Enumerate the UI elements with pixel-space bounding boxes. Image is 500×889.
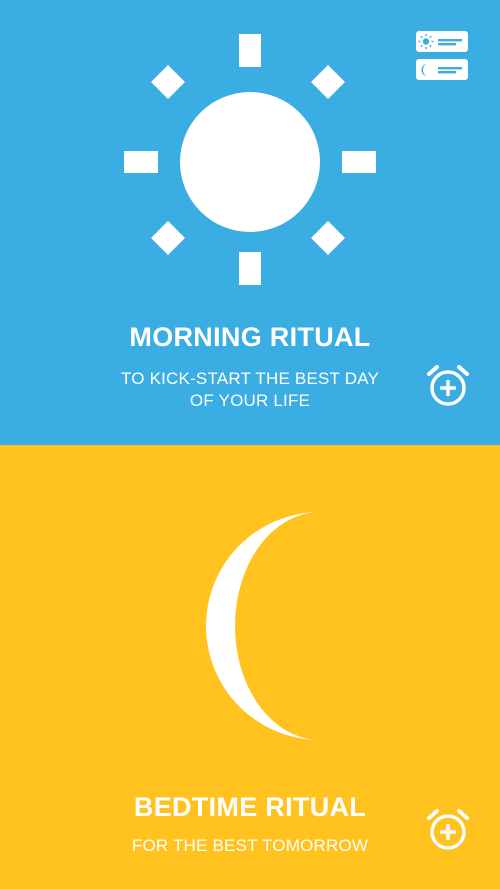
morning-ritual-subtitle: TO KICK-START THE BEST DAY OF YOUR LIFE [100, 368, 400, 411]
morning-add-alarm-button[interactable] [426, 364, 470, 408]
ritual-list-icon[interactable] [415, 30, 471, 82]
morning-subtitle-line2: OF YOUR LIFE [189, 391, 311, 410]
morning-ritual-title: MORNING RITUAL [129, 322, 371, 352]
morning-ritual-panel[interactable]: MORNING RITUAL TO KICK-START THE BEST DA… [0, 0, 500, 445]
bedtime-ritual-title: BEDTIME RITUAL [133, 792, 367, 822]
alarm-add-icon [427, 809, 469, 850]
morning-subtitle-line1: TO KICK-START THE BEST DAY [120, 369, 380, 388]
bedtime-add-alarm-button[interactable] [426, 808, 470, 852]
bedtime-ritual-subtitle: FOR THE BEST TOMORROW [131, 836, 369, 855]
alarm-add-icon [427, 365, 469, 406]
bedtime-ritual-panel[interactable]: BEDTIME RITUAL FOR THE BEST TOMORROW [0, 445, 500, 889]
